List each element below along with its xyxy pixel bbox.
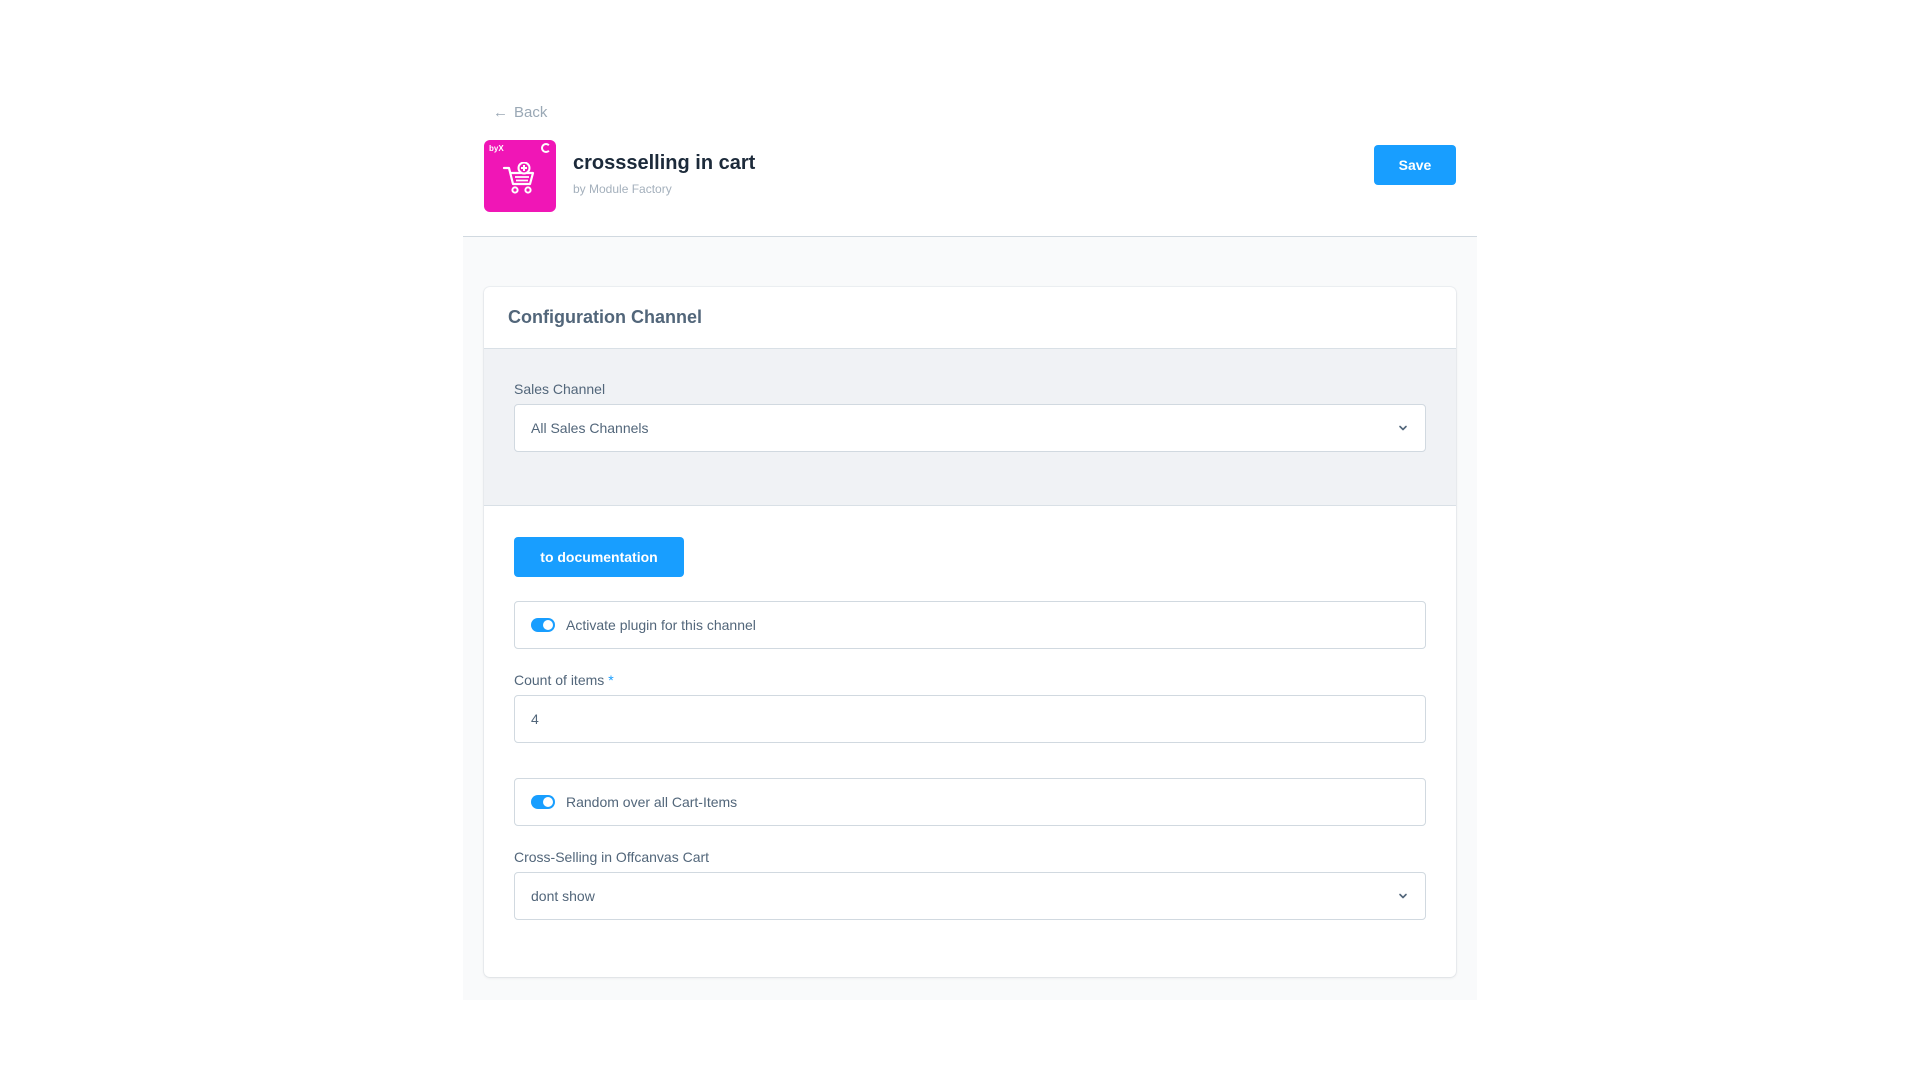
- offcanvas-label: Cross-Selling in Offcanvas Cart: [514, 849, 710, 865]
- moon-icon: [541, 143, 551, 153]
- chevron-down-icon: [1399, 425, 1407, 431]
- sales-channel-section: Sales Channel All Sales Channels: [484, 349, 1456, 506]
- random-cart-items-toggle[interactable]: [531, 795, 555, 809]
- plugin-config-page: ← Back byX crossselling in cart by Modul…: [463, 0, 1477, 1000]
- cart-icon: [502, 162, 535, 194]
- sales-channel-label: Sales Channel: [514, 381, 606, 397]
- count-items-input[interactable]: 4: [514, 695, 1426, 743]
- page-subtitle: by Module Factory: [573, 182, 672, 196]
- sales-channel-value: All Sales Channels: [531, 420, 649, 436]
- count-items-label-text: Count of items: [514, 672, 605, 688]
- card-header: Configuration Channel: [484, 287, 1456, 349]
- required-mark: *: [608, 672, 614, 688]
- content-area: Configuration Channel Sales Channel All …: [463, 237, 1477, 1000]
- count-items-value: 4: [531, 711, 539, 727]
- offcanvas-select[interactable]: dont show: [514, 872, 1426, 920]
- arrow-left-icon: ←: [493, 104, 508, 121]
- app-icon-brand: byX: [489, 144, 504, 153]
- random-cart-items-row: Random over all Cart-Items: [514, 778, 1426, 826]
- back-link[interactable]: ← Back: [493, 104, 547, 121]
- app-icon: byX: [484, 140, 556, 212]
- settings-section: to documentation Activate plugin for thi…: [484, 506, 1456, 976]
- count-items-label: Count of items *: [514, 672, 614, 688]
- configuration-card: Configuration Channel Sales Channel All …: [484, 287, 1456, 977]
- documentation-button[interactable]: to documentation: [514, 537, 684, 577]
- page-title: crossselling in cart: [573, 152, 756, 174]
- activate-plugin-label: Activate plugin for this channel: [566, 617, 756, 633]
- plugin-header: byX crossselling in cart by Module Facto…: [484, 140, 1456, 212]
- activate-plugin-row: Activate plugin for this channel: [514, 601, 1426, 649]
- save-button[interactable]: Save: [1374, 145, 1456, 185]
- back-label: Back: [514, 104, 548, 121]
- activate-plugin-toggle[interactable]: [531, 618, 555, 632]
- random-cart-items-label: Random over all Cart-Items: [566, 794, 738, 810]
- card-title: Configuration Channel: [508, 307, 702, 327]
- chevron-down-icon: [1399, 893, 1407, 899]
- sales-channel-select[interactable]: All Sales Channels: [514, 404, 1426, 452]
- offcanvas-value: dont show: [531, 888, 595, 904]
